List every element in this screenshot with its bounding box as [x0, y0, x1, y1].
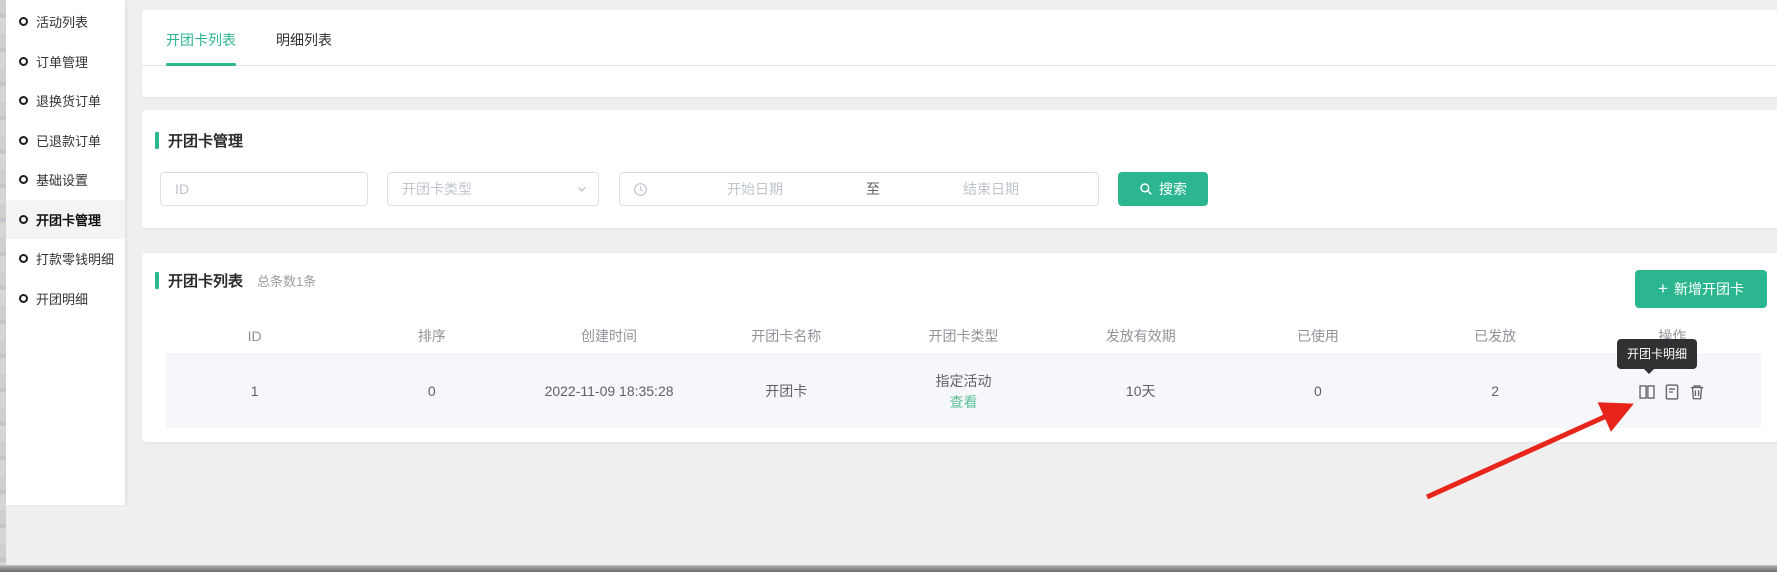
cell-used: 0: [1229, 355, 1406, 428]
add-button-label: 新增开团卡: [1674, 279, 1744, 299]
radio-circle-icon: [19, 294, 28, 303]
sidebar-item-label: 开团卡管理: [36, 210, 101, 229]
cell-sort: 0: [343, 355, 520, 428]
radio-circle-icon: [19, 175, 28, 184]
radio-circle-icon: [19, 17, 28, 26]
search-button-label: 搜索: [1159, 179, 1187, 199]
sidebar-item-activity-list[interactable]: 活动列表: [6, 2, 125, 42]
card-type-select-placeholder: 开团卡类型: [388, 179, 576, 199]
id-input[interactable]: [161, 173, 367, 205]
radio-circle-icon: [19, 136, 28, 145]
column-header-created: 创建时间: [520, 317, 697, 354]
table-header-row: ID 排序 创建时间 开团卡名称 开团卡类型 发放有效期 已使用 已发放 操作: [166, 317, 1761, 355]
radio-circle-icon: [19, 96, 28, 105]
cell-name: 开团卡: [698, 355, 875, 428]
tabs: 开团卡列表 明细列表: [166, 10, 372, 66]
sidebar-item-label: 已退款订单: [36, 131, 101, 150]
list-card: 开团卡列表 总条数1条 + 新增开团卡 ID 排序 创建时间 开团卡名称 开团卡…: [142, 253, 1777, 442]
cell-type-text: 指定活动: [935, 371, 991, 392]
radio-circle-icon: [19, 254, 28, 263]
id-field-wrap: [160, 172, 368, 206]
search-button[interactable]: 搜索: [1118, 172, 1208, 206]
tooltip-text: 开团卡明细: [1627, 347, 1687, 361]
sidebar: 活动列表 订单管理 退换货订单 已退款订单 基础设置 开团卡管理 打款零钱明细: [6, 0, 126, 505]
sidebar-item-label: 订单管理: [36, 52, 88, 71]
filter-section-title: 开团卡管理: [155, 130, 243, 151]
column-header-type: 开团卡类型: [875, 317, 1052, 354]
delete-trash-icon[interactable]: [1688, 383, 1706, 401]
sidebar-item-label: 基础设置: [36, 170, 88, 189]
table-row: 1 0 2022-11-09 18:35:28 开团卡 指定活动 查看 10天 …: [166, 355, 1761, 428]
sidebar-item-payment-change-detail[interactable]: 打款零钱明细: [6, 239, 125, 279]
cell-id: 1: [166, 355, 343, 428]
cell-validity: 10天: [1052, 355, 1229, 428]
sidebar-item-group-card-management[interactable]: 开团卡管理: [6, 200, 125, 240]
sidebar-item-label: 退换货订单: [36, 91, 101, 110]
sidebar-item-basic-settings[interactable]: 基础设置: [6, 160, 125, 200]
cell-created: 2022-11-09 18:35:28: [520, 355, 697, 428]
green-bar-icon: [155, 132, 159, 149]
column-header-name: 开团卡名称: [698, 317, 875, 354]
group-card-detail-icon[interactable]: [1638, 383, 1656, 401]
start-date-placeholder[interactable]: 开始日期: [648, 179, 862, 199]
radio-circle-icon: [19, 57, 28, 66]
card-type-select[interactable]: 开团卡类型: [387, 172, 599, 206]
column-header-validity: 发放有效期: [1052, 317, 1229, 354]
sidebar-item-order-management[interactable]: 订单管理: [6, 42, 125, 82]
tooltip-caret: [1643, 368, 1655, 374]
column-header-sort: 排序: [343, 317, 520, 354]
plus-icon: +: [1658, 280, 1668, 297]
search-icon: [1139, 182, 1153, 196]
sidebar-item-label: 开团明细: [36, 289, 88, 308]
cell-type: 指定活动 查看: [875, 355, 1052, 428]
clock-icon: [633, 182, 648, 197]
filter-title-text: 开团卡管理: [168, 130, 243, 151]
column-header-issued: 已发放: [1407, 317, 1584, 354]
view-link[interactable]: 查看: [949, 392, 977, 413]
date-range-picker[interactable]: 开始日期 至 结束日期: [619, 172, 1099, 206]
tooltip-group-card-detail: 开团卡明细: [1617, 339, 1697, 369]
tabs-card: 开团卡列表 明细列表: [142, 10, 1777, 97]
sidebar-item-group-detail[interactable]: 开团明细: [6, 279, 125, 319]
add-group-card-button[interactable]: + 新增开团卡: [1635, 270, 1767, 308]
page: 活动列表 订单管理 退换货订单 已退款订单 基础设置 开团卡管理 打款零钱明细: [0, 0, 1777, 572]
sidebar-item-return-orders[interactable]: 退换货订单: [6, 81, 125, 121]
end-date-placeholder[interactable]: 结束日期: [884, 179, 1098, 199]
list-title-text: 开团卡列表: [168, 270, 243, 291]
bottom-window-edge: [0, 565, 1777, 572]
sidebar-item-label: 活动列表: [36, 12, 88, 31]
radio-circle-icon: [19, 215, 28, 224]
tabs-divider: [142, 65, 1777, 66]
list-section-title: 开团卡列表 总条数1条: [155, 270, 316, 291]
date-separator: 至: [862, 179, 884, 199]
sidebar-item-refunded-orders[interactable]: 已退款订单: [6, 121, 125, 161]
filter-row: 开团卡类型 开始日期 至 结束日期: [142, 172, 1777, 206]
edit-document-icon[interactable]: [1663, 383, 1681, 401]
tab-detail-list[interactable]: 明细列表: [276, 10, 332, 66]
filter-card: 开团卡管理 开团卡类型 开始日期 至 结束日期: [142, 110, 1777, 228]
column-header-id: ID: [166, 317, 343, 354]
sidebar-item-label: 打款零钱明细: [36, 249, 114, 268]
cell-issued: 2: [1407, 355, 1584, 428]
tab-group-card-list[interactable]: 开团卡列表: [166, 10, 236, 66]
total-count-label: 总条数1条: [257, 271, 316, 290]
chevron-down-icon: [576, 183, 588, 195]
green-bar-icon: [155, 272, 159, 289]
column-header-used: 已使用: [1229, 317, 1406, 354]
